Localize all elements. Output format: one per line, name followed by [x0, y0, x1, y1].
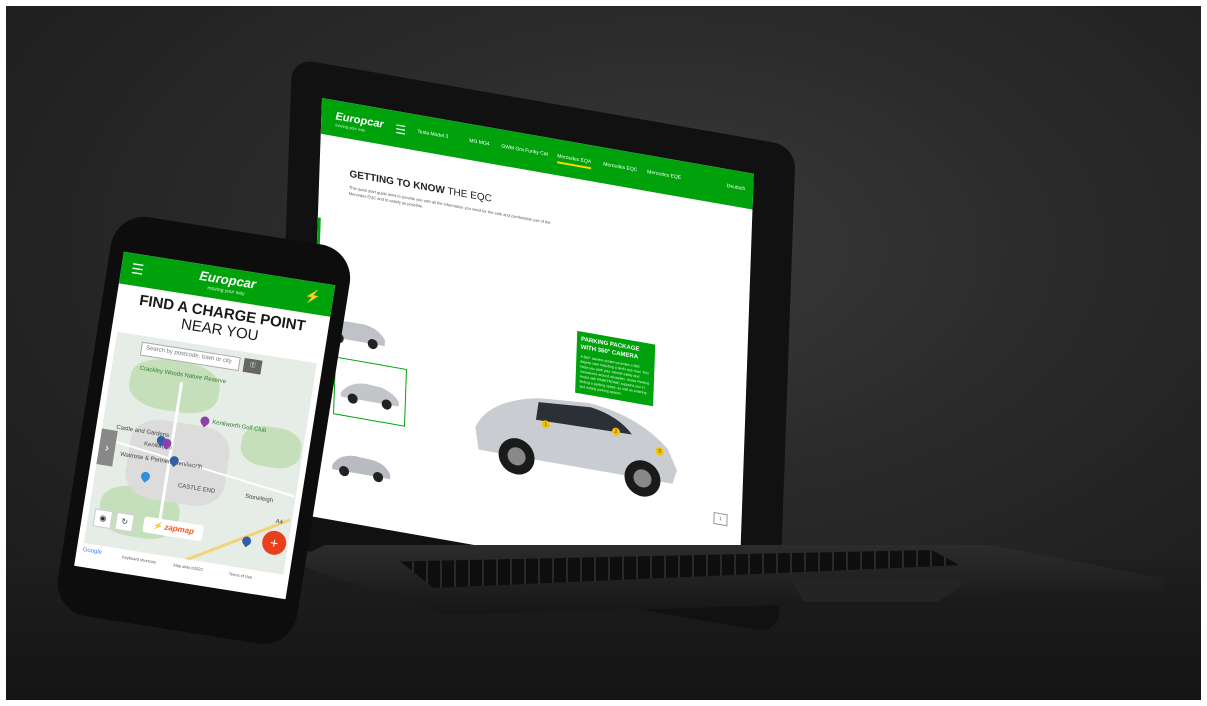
hotspot-2[interactable]: 2 — [611, 427, 621, 437]
zapmap-label: zapmap — [163, 522, 195, 537]
map-data-credit: Map data ©2023 — [173, 562, 204, 572]
map-label-golf: Kenilworth Golf Club — [211, 419, 267, 435]
terms-link[interactable]: Terms of Use — [228, 571, 252, 580]
hamburger-icon[interactable]: ☰ — [395, 122, 406, 138]
chevron-right-icon[interactable]: › — [96, 428, 118, 467]
refresh-icon[interactable]: ↻ — [114, 511, 135, 533]
phone-screen: ☰ Europcar moving your way ⚡ FIND A CHAR… — [74, 251, 336, 600]
key-icon[interactable]: ⚿ — [242, 357, 263, 375]
keyboard-shortcuts-link[interactable]: Keyboard shortcuts — [122, 554, 157, 564]
device-mockup-scene: Europcar moving your way ☰ Tesla Model 3… — [0, 0, 1207, 706]
tab-mercedes-eqe[interactable]: Mercedes EQE — [647, 169, 681, 181]
language-selector[interactable]: Deutsch — [727, 183, 746, 192]
laptop-screen: Europcar moving your way ☰ Tesla Model 3… — [307, 98, 754, 592]
tab-mercedes-eqa[interactable]: Mercedes EQA — [557, 153, 592, 170]
thumbnail-car-rear[interactable] — [324, 429, 398, 499]
map-label-road: A4 — [275, 518, 284, 526]
tab-mercedes-eqc[interactable]: Mercedes EQC — [603, 161, 637, 173]
tab-tesla-model-3[interactable]: Tesla Model 3 — [417, 129, 448, 140]
lightning-icon[interactable]: ⚡ — [304, 288, 322, 306]
page-title-light: THE EQC — [447, 186, 493, 205]
add-button[interactable]: + — [260, 529, 288, 557]
page-indicator[interactable]: 1 — [713, 511, 728, 527]
tab-gwm-ora-funky-cat[interactable]: GWM Ora Funky Cat — [501, 143, 548, 157]
tab-mg-mg4[interactable]: MG MG4 — [469, 138, 489, 148]
hotspot-3[interactable]: 3 — [655, 446, 664, 457]
locate-icon[interactable]: ◉ — [92, 508, 114, 530]
thumbnail-car-side[interactable] — [333, 356, 408, 427]
map-label-stoneleigh: Stoneleigh — [244, 493, 274, 505]
google-logo: Google — [82, 546, 103, 556]
hamburger-icon[interactable]: ☰ — [130, 260, 145, 279]
charge-point-map[interactable]: Search by postcode, town or city ⚿ Crack… — [83, 331, 317, 575]
hotspot-1[interactable]: 1 — [541, 419, 550, 430]
lightning-icon: ⚡ — [151, 520, 164, 532]
